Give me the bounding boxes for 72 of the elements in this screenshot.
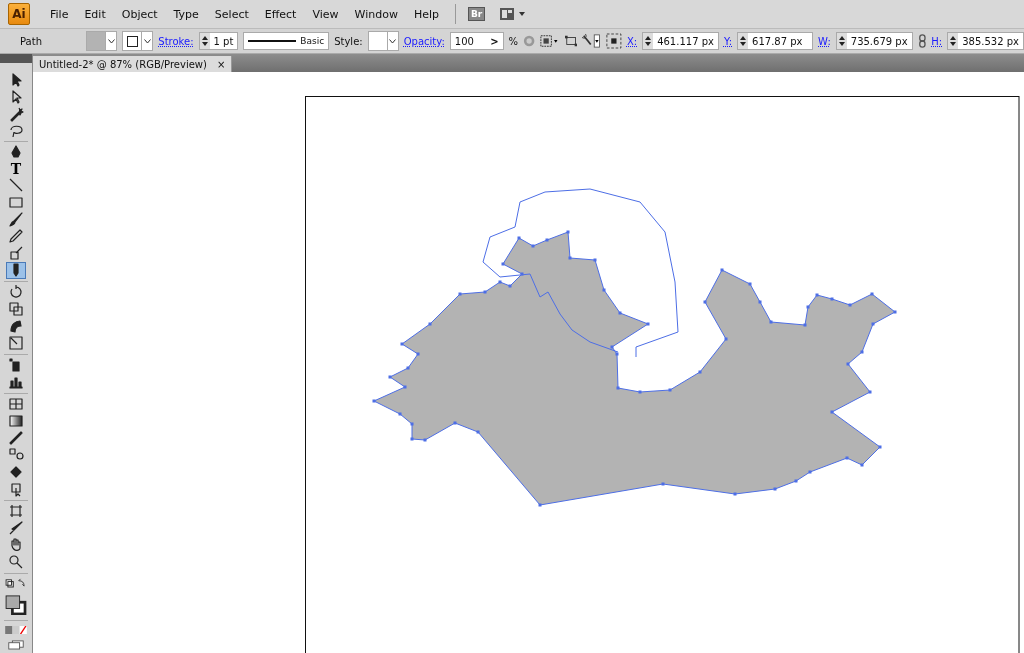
align-icon[interactable]: [540, 34, 560, 48]
spinner-icon: [950, 36, 957, 46]
coordinate-field[interactable]: 461.117 px: [642, 32, 719, 50]
wand-icon: [8, 105, 24, 122]
screen-mode-icon[interactable]: [6, 640, 26, 651]
warp-icon: [8, 318, 24, 335]
line-icon: [8, 177, 24, 194]
link-icon[interactable]: [917, 33, 927, 49]
scale-icon: [8, 301, 24, 318]
opacity-link[interactable]: Opacity:: [403, 35, 445, 47]
rectangle-icon: [8, 194, 24, 211]
coordinate-label[interactable]: H:: [931, 35, 943, 47]
tool-button[interactable]: [6, 261, 26, 279]
transform-icon[interactable]: [564, 34, 577, 48]
magnifier-icon: [8, 554, 24, 571]
menu-item[interactable]: Select: [206, 7, 257, 21]
document-tab[interactable]: Untitled-2* @ 87% (RGB/Preview) ×: [33, 56, 233, 72]
rotate-icon: [8, 284, 24, 301]
selection-label: Path: [20, 35, 43, 47]
tool-button[interactable]: T: [6, 160, 26, 177]
style-label: Style:: [334, 35, 363, 47]
coordinate-field[interactable]: 617.87 px: [737, 32, 814, 50]
mesh-icon: [8, 396, 24, 413]
wand-icon[interactable]: [581, 33, 602, 49]
knife-icon: [8, 520, 24, 537]
color-mode-icon[interactable]: [4, 626, 28, 635]
stroke-link[interactable]: Stroke:: [158, 35, 194, 47]
artboard-icon: [8, 503, 24, 520]
menu-item[interactable]: Window: [346, 7, 406, 21]
app-logo: Ai: [8, 3, 30, 25]
bar-graph-icon: [8, 374, 24, 391]
menu-item[interactable]: Object: [113, 7, 166, 21]
blob-brush-icon: [8, 245, 24, 262]
spinner-icon: [740, 36, 747, 46]
stroke-weight-field[interactable]: 1 pt: [198, 32, 239, 50]
spinner-icon: [201, 36, 208, 46]
menu-item[interactable]: File: [42, 7, 77, 21]
selection-cursor-icon: [8, 481, 24, 498]
brush-dropdown[interactable]: Basic: [243, 32, 330, 50]
stroke-dropdown[interactable]: [122, 31, 154, 51]
menu-item[interactable]: Help: [405, 7, 447, 21]
tool-button[interactable]: [6, 412, 26, 430]
coordinate-label[interactable]: X:: [626, 35, 638, 47]
tool-button[interactable]: [6, 300, 26, 318]
transform-icon: [8, 335, 24, 352]
caret-icon: [107, 38, 115, 44]
caret-icon: [389, 38, 397, 44]
menu-item[interactable]: Edit: [76, 7, 114, 21]
gradient-icon: [8, 413, 24, 430]
tool-button[interactable]: [6, 334, 26, 352]
bridge-button[interactable]: Br: [468, 7, 486, 21]
fill-stroke-icon[interactable]: [4, 595, 28, 616]
workspace-icon[interactable]: [499, 7, 528, 21]
menu-item[interactable]: Effect: [256, 7, 305, 21]
hand-icon: [8, 537, 24, 554]
coordinate-field[interactable]: 385.532 px: [947, 32, 1024, 50]
pencil-icon: [8, 228, 24, 245]
close-button[interactable]: ×: [216, 58, 226, 70]
reference-point-icon[interactable]: [606, 32, 622, 50]
brush-icon: [8, 211, 24, 228]
menu-item[interactable]: Type: [165, 7, 207, 21]
tool-button[interactable]: [6, 395, 26, 413]
menu-item[interactable]: View: [304, 7, 347, 21]
caret-icon: [143, 38, 151, 44]
spinner-icon: [645, 36, 652, 46]
coordinate-label[interactable]: W:: [818, 35, 831, 47]
percent-label: %: [508, 35, 519, 47]
spinner-icon: [838, 36, 845, 46]
coordinate-field[interactable]: 735.679 px: [835, 32, 913, 50]
opacity-field[interactable]: 100 >: [449, 32, 504, 50]
coordinate-label[interactable]: Y:: [723, 35, 733, 47]
eyedropper-icon: [8, 430, 24, 447]
